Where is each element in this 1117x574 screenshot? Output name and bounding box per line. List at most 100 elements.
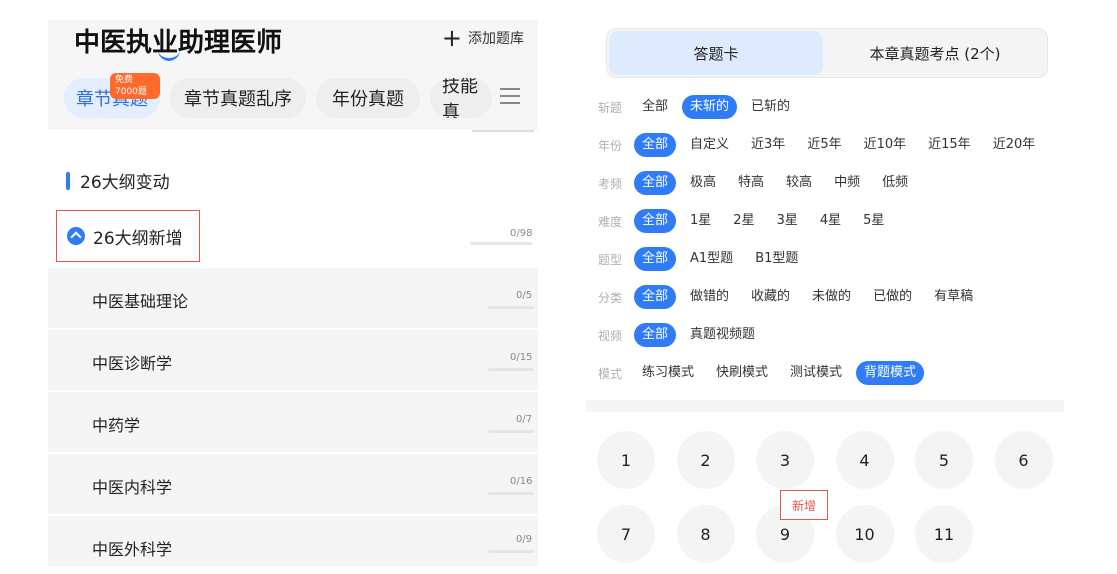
- tab-chapter-key-points[interactable]: 本章真题考点 (2个): [825, 31, 1045, 75]
- list-item-progress-bar: [488, 306, 534, 309]
- filter-chip[interactable]: 背题模式: [856, 361, 925, 385]
- filter-chip[interactable]: 测试模式: [782, 361, 850, 385]
- filter-label: 年份: [598, 138, 623, 153]
- filter-chip[interactable]: 较高: [778, 171, 820, 195]
- filter-chip[interactable]: 近5年: [799, 133, 849, 157]
- list-item-progress: 0/7: [516, 414, 533, 425]
- add-question-bank-button[interactable]: + 添加题库: [442, 26, 524, 50]
- filter-label: 题型: [598, 252, 623, 267]
- list-item[interactable]: 中药学 0/7: [48, 392, 538, 452]
- list-item-progress: 0/9: [516, 534, 533, 545]
- segmented-control: 答题卡 本章真题考点 (2个): [606, 28, 1048, 78]
- filter-chip[interactable]: B1型题: [747, 247, 806, 271]
- filter-chip[interactable]: 自定义: [682, 133, 737, 157]
- filter-chip[interactable]: 全部: [634, 95, 676, 119]
- filter-chip[interactable]: 已斩的: [743, 95, 798, 119]
- question-number-button[interactable]: 6: [994, 431, 1053, 489]
- list-item-progress: 0/15: [510, 352, 533, 363]
- question-number-button[interactable]: 4: [835, 431, 894, 489]
- question-number-button[interactable]: 7: [597, 505, 655, 563]
- title-smile-decoration: [158, 50, 180, 61]
- filter-chip[interactable]: 快刷模式: [708, 361, 776, 385]
- filter-chip[interactable]: 5星: [855, 209, 892, 233]
- filter-chip[interactable]: 全部: [634, 323, 677, 347]
- tab-skill-questions[interactable]: 技能真: [430, 78, 492, 118]
- filter-chip[interactable]: 2星: [725, 209, 762, 233]
- question-number-button[interactable]: 2: [676, 431, 735, 489]
- filter-chip[interactable]: 有草稿: [926, 285, 981, 309]
- filter-chip[interactable]: 极高: [682, 171, 724, 195]
- tab-year-questions[interactable]: 年份真题: [316, 78, 420, 118]
- filter-row-difficulty: 难度 全部 1星 2星 3星 4星 5星: [598, 208, 898, 234]
- filter-chip[interactable]: 低频: [874, 171, 916, 195]
- list-item-label: 中药学: [92, 416, 141, 435]
- tab-label: 年份真题: [332, 89, 404, 110]
- filter-chip[interactable]: 全部: [634, 209, 677, 233]
- tab-chapter-shuffled[interactable]: 章节真题乱序: [170, 78, 306, 118]
- tab-scroll-indicator: [472, 130, 534, 132]
- new-tag: 新增: [780, 490, 828, 520]
- category-tab-bar: 免费7000题 章节真题 章节真题乱序 年份真题 技能真: [48, 68, 538, 130]
- filter-chip[interactable]: 近3年: [743, 133, 793, 157]
- chevron-up-icon[interactable]: [67, 227, 85, 245]
- filter-label: 分类: [598, 290, 623, 305]
- filter-chip[interactable]: 全部: [634, 285, 677, 309]
- question-number-button[interactable]: 5: [915, 431, 973, 489]
- filter-chip[interactable]: 未做的: [804, 285, 859, 309]
- chapter-progress-bar: [470, 242, 532, 245]
- filter-chip[interactable]: 中频: [826, 171, 868, 195]
- filter-label: 考频: [598, 176, 623, 191]
- filter-label: 视频: [598, 328, 623, 343]
- question-number-button[interactable]: 11: [915, 505, 973, 563]
- tab-chapter-questions[interactable]: 免费7000题 章节真题: [64, 73, 160, 118]
- filter-chip[interactable]: 练习模式: [634, 361, 702, 385]
- filter-label: 难度: [598, 214, 623, 229]
- list-item-progress-bar: [488, 430, 534, 433]
- section-divider: [586, 400, 1064, 412]
- filter-chip[interactable]: 1星: [682, 209, 719, 233]
- filter-chip[interactable]: 收藏的: [743, 285, 798, 309]
- chapter-row-expanded[interactable]: 26大纲新增: [56, 210, 200, 262]
- filter-row-type: 题型 全部 A1型题 B1型题: [598, 246, 812, 272]
- list-item-label: 中医内科学: [92, 478, 173, 497]
- filter-row-year: 年份 全部 自定义 近3年 近5年 近10年 近15年 近20年: [598, 132, 1049, 158]
- filter-label: 模式: [598, 366, 623, 381]
- filter-chip[interactable]: 做错的: [682, 285, 737, 309]
- tab-answer-card[interactable]: 答题卡: [609, 31, 823, 75]
- list-item[interactable]: 中医内科学 0/16: [48, 454, 538, 514]
- list-item-progress-bar: [488, 368, 534, 371]
- filter-chip[interactable]: 全部: [634, 171, 677, 195]
- list-item[interactable]: 中医外科学 0/9: [48, 516, 538, 566]
- section-title-text: 26大纲变动: [80, 173, 170, 193]
- chapter-progress: 0/98: [510, 228, 533, 239]
- filter-chip[interactable]: A1型题: [682, 247, 741, 271]
- list-item[interactable]: 中医诊断学 0/15: [48, 330, 538, 390]
- filter-row-mode: 模式 练习模式 快刷模式 测试模式 背题模式: [598, 360, 930, 386]
- question-number-button[interactable]: 3: [756, 431, 814, 489]
- question-number-button[interactable]: 8: [676, 505, 735, 563]
- filter-chip[interactable]: 近10年: [856, 133, 915, 157]
- filter-chip[interactable]: 全部: [634, 133, 677, 157]
- list-item-progress: 0/5: [516, 290, 533, 301]
- menu-icon[interactable]: [500, 88, 520, 104]
- question-number-button[interactable]: 10: [835, 505, 894, 563]
- filter-chip[interactable]: 近20年: [985, 133, 1044, 157]
- tab-label: 章节真题乱序: [184, 89, 292, 110]
- filter-chip[interactable]: 近15年: [920, 133, 979, 157]
- filter-chip[interactable]: 真题视频题: [682, 323, 763, 347]
- filter-chip[interactable]: 已做的: [865, 285, 920, 309]
- section-accent-bar: [66, 171, 70, 190]
- filter-chip[interactable]: 未斩的: [682, 95, 738, 119]
- question-number-button[interactable]: 1: [597, 431, 655, 489]
- app-header: 中医执业助理医师 + 添加题库: [48, 20, 538, 68]
- free-badge: 免费7000题: [110, 73, 160, 99]
- filter-chip[interactable]: 全部: [634, 247, 677, 271]
- filter-chip[interactable]: 4星: [812, 209, 849, 233]
- list-item-progress: 0/16: [510, 476, 533, 487]
- list-item[interactable]: 中医基础理论 0/5: [48, 268, 538, 328]
- filter-label: 斩题: [598, 100, 623, 115]
- filter-chip[interactable]: 3星: [769, 209, 806, 233]
- filter-chip[interactable]: 特高: [730, 171, 772, 195]
- list-item-label: 中医基础理论: [92, 292, 189, 311]
- filter-row-frequency: 考频 全部 极高 特高 较高 中频 低频: [598, 170, 922, 196]
